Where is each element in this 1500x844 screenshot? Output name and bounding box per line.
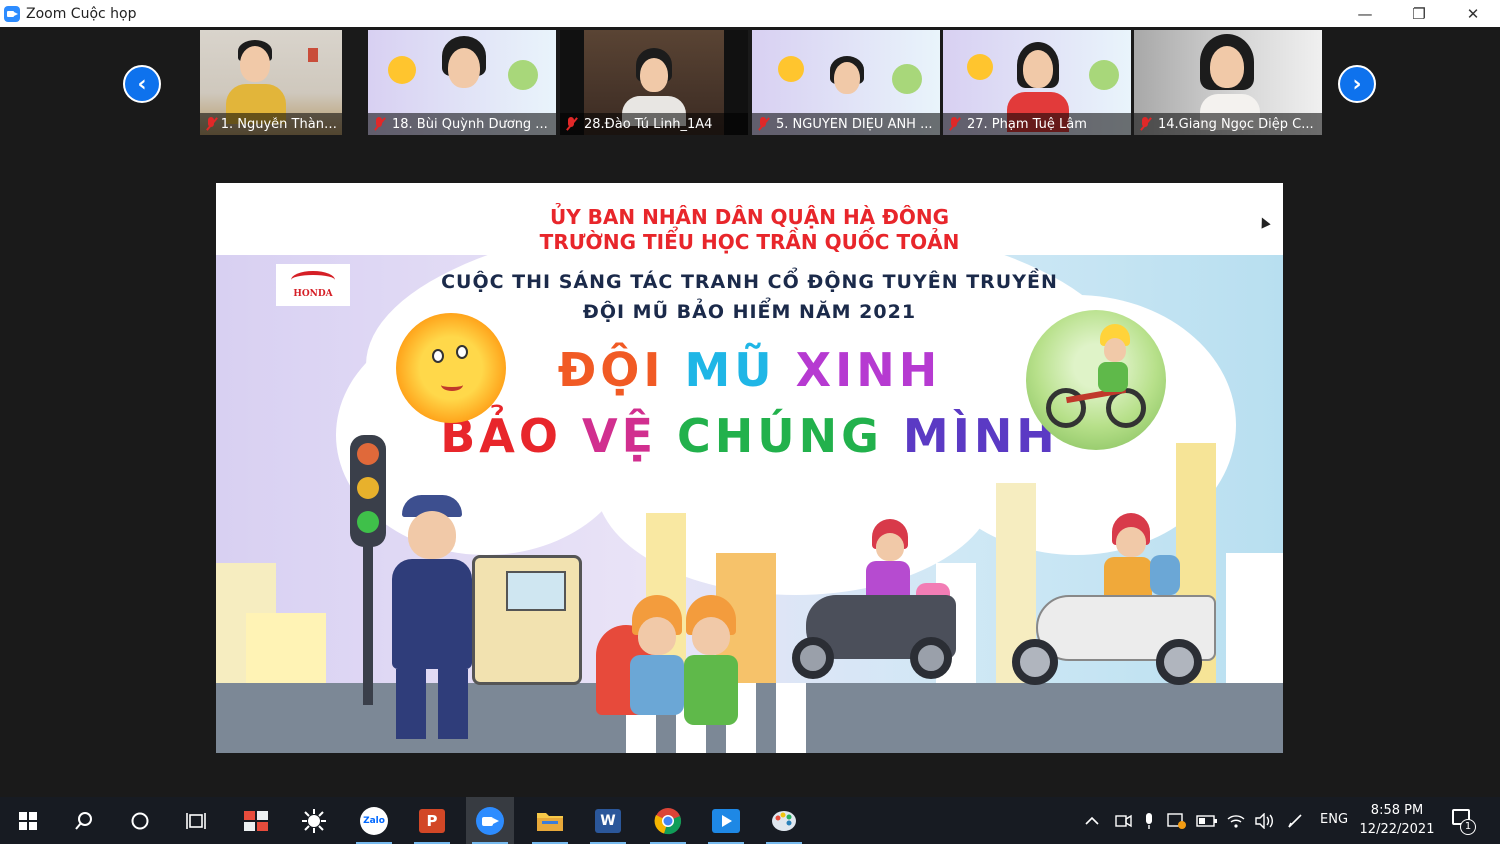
participant-tile[interactable]: 5. NGUYỄN DIỆU ÁNH ... — [752, 30, 940, 135]
poster-art: HONDA CUỘC THI SÁNG TÁC TRANH CỔ ĐỘNG TU… — [216, 255, 1283, 753]
close-icon[interactable]: ✕ — [1446, 0, 1500, 27]
zalo-icon[interactable]: Zalo — [350, 797, 398, 844]
mic-muted-icon — [564, 117, 578, 131]
chevron-left-icon: ‹ — [125, 67, 159, 101]
headline-word: MŨ — [684, 343, 776, 397]
clock-date: 12/22/2021 — [1359, 822, 1435, 837]
pen-icon[interactable] — [1286, 797, 1304, 844]
window-title: Zoom Cuộc họp — [26, 5, 137, 22]
headline-word: MÌNH — [902, 409, 1059, 463]
sun-illustration — [396, 313, 506, 423]
microphone-icon[interactable] — [1142, 797, 1156, 844]
contest-title-line1: CUỘC THI SÁNG TÁC TRANH CỔ ĐỘNG TUYÊN TR… — [441, 271, 1058, 293]
participant-namebar: 18. Bùi Quỳnh Dương ... — [368, 113, 556, 135]
participant-tile[interactable]: 18. Bùi Quỳnh Dương ... — [368, 30, 556, 135]
input-language[interactable]: ENG — [1320, 812, 1348, 827]
battery-icon[interactable] — [1196, 797, 1218, 844]
chevron-right-icon: › — [1340, 67, 1374, 101]
gallery-prev-button[interactable]: ‹ — [123, 65, 161, 103]
traffic-light-illustration — [350, 435, 386, 547]
slide-header-line1: ỦY BAN NHÂN DÂN QUẬN HÀ ĐÔNG — [549, 205, 950, 229]
gallery-next-button[interactable]: › — [1338, 65, 1376, 103]
shared-screen: ỦY BAN NHÂN DÂN QUẬN HÀ ĐÔNG TRƯỜNG TIỂU… — [216, 183, 1283, 753]
headline-word: ĐỘI — [557, 343, 665, 397]
zalo-label: Zalo — [363, 815, 385, 826]
update-icon[interactable] — [1166, 797, 1188, 844]
participant-tile[interactable]: 28.Đào Tú Linh_1A4 — [560, 30, 748, 135]
child-bicycle-illustration — [1026, 310, 1166, 450]
participant-namebar: 5. NGUYỄN DIỆU ÁNH ... — [752, 113, 940, 135]
windows-taskbar: Zalo P W ENG 8:58 PM 12/22/2021 1 — [0, 797, 1500, 844]
window-controls: — ❐ ✕ — [1338, 0, 1500, 27]
participant-namebar: 14.Giang Ngọc Diệp C... — [1134, 113, 1322, 135]
participant-namebar: 28.Đào Tú Linh_1A4 — [560, 113, 748, 135]
clock-time: 8:58 PM — [1370, 803, 1424, 818]
participant-name: 27. Phạm Tuệ Lâm — [967, 116, 1087, 132]
wifi-icon[interactable] — [1226, 797, 1246, 844]
mic-muted-icon — [204, 117, 215, 131]
file-explorer-icon[interactable] — [526, 797, 574, 844]
participant-tile[interactable]: 14.Giang Ngọc Diệp C... — [1134, 30, 1322, 135]
slide-header-line2: TRƯỜNG TIỂU HỌC TRẦN QUỐC TOẢN — [539, 230, 960, 254]
participant-name: 28.Đào Tú Linh_1A4 — [584, 116, 713, 132]
windows-start-icon[interactable] — [4, 797, 52, 844]
restore-icon[interactable]: ❐ — [1392, 0, 1446, 27]
participant-tile[interactable]: 27. Phạm Tuệ Lâm — [943, 30, 1131, 135]
window-titlebar: Zoom Cuộc họp — ❐ ✕ — [0, 0, 1500, 27]
app-icon[interactable] — [290, 797, 338, 844]
task-view-icon[interactable] — [172, 797, 220, 844]
word-icon[interactable]: W — [584, 797, 632, 844]
zoom-icon[interactable] — [466, 797, 514, 844]
mic-muted-icon — [372, 117, 386, 131]
minimize-icon[interactable]: — — [1338, 0, 1392, 27]
headline-word: CHÚNG — [677, 409, 883, 463]
participant-tile[interactable]: 1. Nguyễn Thành An - ... — [200, 30, 342, 135]
volume-icon[interactable] — [1254, 797, 1274, 844]
powerpoint-icon[interactable]: P — [408, 797, 456, 844]
headline-word: XINH — [795, 343, 942, 397]
app-icon[interactable] — [232, 797, 280, 844]
mic-muted-icon — [947, 117, 961, 131]
participant-name: 18. Bùi Quỳnh Dương ... — [392, 116, 548, 132]
meet-now-icon[interactable] — [1114, 797, 1132, 844]
headline-word: VỆ — [581, 409, 658, 463]
participant-namebar: 1. Nguyễn Thành An - ... — [200, 113, 342, 135]
paint-icon[interactable] — [760, 797, 808, 844]
video-app-icon[interactable] — [702, 797, 750, 844]
chrome-icon[interactable] — [644, 797, 692, 844]
participant-name: 5. NGUYỄN DIỆU ÁNH ... — [776, 116, 933, 132]
mic-muted-icon — [1138, 117, 1152, 131]
slide-header: ỦY BAN NHÂN DÂN QUẬN HÀ ĐÔNG TRƯỜNG TIỂU… — [216, 183, 1283, 255]
notification-center-icon[interactable]: 1 — [1450, 807, 1476, 835]
mic-muted-icon — [756, 117, 770, 131]
system-clock[interactable]: 8:58 PM 12/22/2021 — [1358, 801, 1436, 839]
search-icon[interactable] — [60, 797, 108, 844]
cortana-icon[interactable] — [116, 797, 164, 844]
tray-overflow-icon[interactable] — [1084, 797, 1100, 844]
participant-name: 1. Nguyễn Thành An - ... — [220, 116, 342, 132]
participant-namebar: 27. Phạm Tuệ Lâm — [943, 113, 1131, 135]
participant-name: 14.Giang Ngọc Diệp C... — [1158, 116, 1314, 132]
participant-gallery: ‹ 1. Nguyễn Thành An - ... 18. Bùi Quỳnh… — [0, 27, 1500, 139]
notification-count: 1 — [1460, 819, 1476, 835]
zoom-app-icon — [4, 5, 20, 22]
